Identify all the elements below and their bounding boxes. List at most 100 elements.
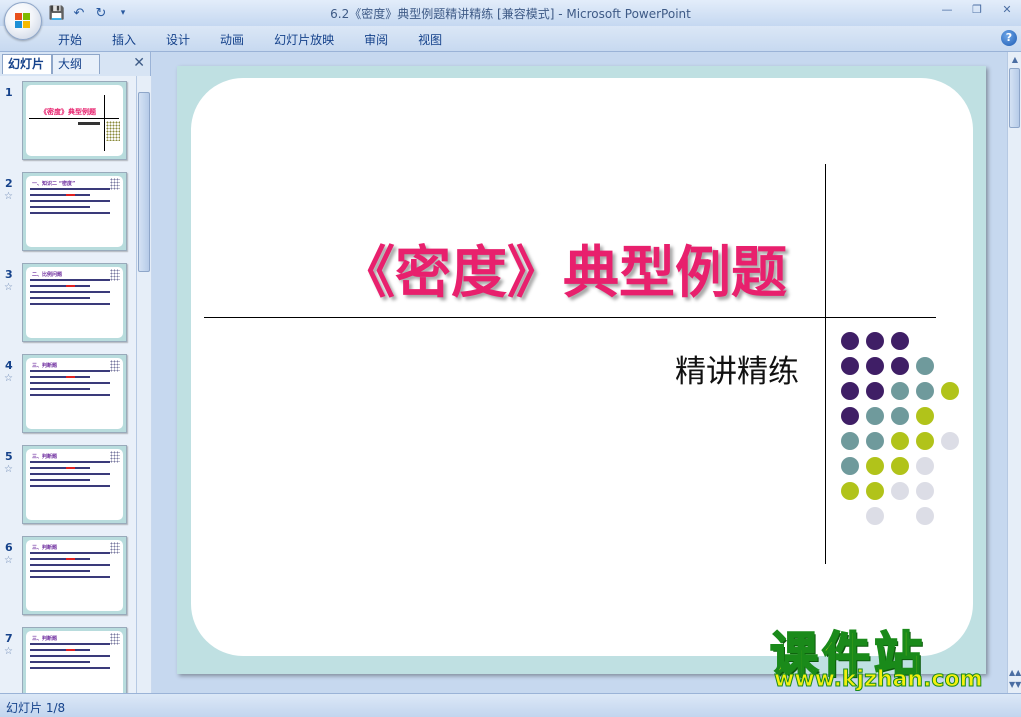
- slide-canvas[interactable]: 《密度》典型例题 精讲精练: [177, 66, 986, 674]
- slide-thumbnail-row[interactable]: 5 ☆ 三、判断题: [0, 444, 136, 530]
- tab-view[interactable]: 视图: [406, 30, 454, 50]
- slide-thumbnail[interactable]: 一、知识二 “密度”: [22, 172, 127, 251]
- thumbnail-text-line: [30, 285, 90, 287]
- thumbnail-title: 二、比例问题: [32, 272, 63, 278]
- slide-thumbnail-row[interactable]: 3 ☆ 二、比例问题: [0, 262, 136, 348]
- close-pane-icon[interactable]: ✕: [133, 55, 145, 71]
- thumbnail-text-line: [30, 394, 110, 396]
- thumbnail-body-text: [30, 188, 113, 218]
- decorative-dot: [891, 357, 909, 375]
- pane-tabs: 幻灯片 大纲 ✕: [2, 54, 149, 74]
- decorative-dot: [916, 357, 934, 375]
- next-slide-icon[interactable]: ▼▼: [1009, 680, 1021, 690]
- decorative-dot: [841, 332, 859, 350]
- decorative-dot: [891, 432, 909, 450]
- decorative-dot: [891, 482, 909, 500]
- tab-review[interactable]: 审阅: [352, 30, 400, 50]
- thumbnail-body-text: [30, 279, 113, 309]
- ribbon: 开始 插入 设计 动画 幻灯片放映 审阅 视图 ?: [0, 26, 1021, 52]
- slide-thumbnail-row[interactable]: 4 ☆ 三、判断题: [0, 353, 136, 439]
- thumbnail-text-line: [30, 297, 90, 299]
- previous-slide-icon[interactable]: ▲▲: [1009, 668, 1021, 678]
- thumbnail-scrollbar[interactable]: [136, 76, 151, 693]
- decorative-dot: [916, 507, 934, 525]
- thumbnail-text-line: [30, 655, 110, 657]
- decorative-dot: [891, 457, 909, 475]
- thumbnail-content: 《密度》典型例题: [26, 85, 123, 156]
- slide-thumbnail[interactable]: 三、判断题: [22, 627, 127, 693]
- thumbnail-dots: [110, 633, 120, 645]
- thumbnail-title: 三、判断题: [32, 636, 58, 642]
- decorative-dot: [866, 457, 884, 475]
- thumbnail-rule: [104, 95, 105, 151]
- window-controls: — ❐ ✕: [939, 2, 1015, 18]
- slide-thumbnail[interactable]: 三、判断题: [22, 354, 127, 433]
- decorative-dot: [916, 432, 934, 450]
- tab-outline[interactable]: 大纲: [52, 54, 100, 74]
- slide-subtitle[interactable]: 精讲精练: [191, 346, 799, 391]
- close-icon[interactable]: ✕: [999, 2, 1015, 18]
- thumbnail-text-line: [30, 188, 110, 190]
- slide-thumbnail-row[interactable]: 6 ☆ 三、判断题: [0, 535, 136, 621]
- slide-number: 7: [5, 632, 13, 645]
- scroll-up-icon[interactable]: ▲: [1009, 54, 1021, 66]
- office-button[interactable]: [4, 2, 42, 40]
- slide-thumbnail-row[interactable]: 2 ☆ 一、知识二 “密度”: [0, 171, 136, 257]
- thumbnail-body-text: [30, 461, 113, 491]
- slide-thumbnail[interactable]: 二、比例问题: [22, 263, 127, 342]
- thumbnail-list: 1 《密度》典型例题 2 ☆ 一、知识二 “密度” 3 ☆ 二、比例问题 4 ☆ 三、判断题 5 ☆ 三、…: [0, 76, 136, 693]
- thumbnail-title: 三、判断题: [32, 545, 58, 551]
- thumbnail-content: 三、判断题: [26, 631, 123, 693]
- ribbon-tabs: 开始 插入 设计 动画 幻灯片放映 审阅 视图: [46, 30, 460, 50]
- decorative-dot: [916, 407, 934, 425]
- slide-thumbnail[interactable]: 三、判断题: [22, 536, 127, 615]
- slide-thumbnail[interactable]: 《密度》典型例题: [22, 81, 127, 160]
- tab-slideshow[interactable]: 幻灯片放映: [262, 30, 346, 50]
- decorative-dot: [866, 482, 884, 500]
- thumbnail-text-line: [30, 661, 90, 663]
- tab-slides[interactable]: 幻灯片: [2, 54, 52, 74]
- tab-animation[interactable]: 动画: [208, 30, 256, 50]
- thumbnail-dots: [110, 451, 120, 463]
- help-icon[interactable]: ?: [1001, 30, 1017, 46]
- thumbnail-text-line: [30, 206, 90, 208]
- minimize-icon[interactable]: —: [939, 2, 955, 18]
- thumbnail-rule: [29, 118, 119, 119]
- tab-home[interactable]: 开始: [46, 30, 94, 50]
- tab-design[interactable]: 设计: [154, 30, 202, 50]
- slide-title[interactable]: 《密度》典型例题: [191, 228, 787, 309]
- thumbnail-dots: [110, 360, 120, 372]
- decorative-dot: [866, 432, 884, 450]
- transition-star-icon: ☆: [4, 555, 13, 566]
- slide-thumbnail-row[interactable]: 1 《密度》典型例题: [0, 80, 136, 166]
- thumbnail-scroll-thumb[interactable]: [138, 92, 150, 272]
- decorative-dot: [841, 382, 859, 400]
- thumbnail-content: 三、判断题: [26, 358, 123, 429]
- vertical-scrollbar[interactable]: ▲ ▲▲ ▼▼: [1007, 52, 1021, 693]
- slide-edit-area: 《密度》典型例题 精讲精练: [152, 52, 1007, 693]
- thumbnail-content: 三、判断题: [26, 449, 123, 520]
- watermark-url: www.kjzhan.com: [774, 667, 984, 693]
- thumbnail-text-line: [30, 558, 90, 560]
- tab-insert[interactable]: 插入: [100, 30, 148, 50]
- decorative-dot: [841, 457, 859, 475]
- thumbnail-text-line: [30, 291, 110, 293]
- thumbnail-title: 三、判断题: [32, 363, 58, 369]
- slide-horizontal-line: [204, 317, 936, 318]
- slide-content: 《密度》典型例题 精讲精练: [191, 78, 973, 656]
- decorative-dot: [841, 432, 859, 450]
- vertical-scroll-thumb[interactable]: [1009, 68, 1020, 128]
- transition-star-icon: ☆: [4, 464, 13, 475]
- slides-pane: 幻灯片 大纲 ✕ 1 《密度》典型例题 2 ☆ 一、知识二 “密度” 3 ☆ 二、比例问题 4 ☆…: [0, 52, 151, 693]
- decorative-dot: [916, 382, 934, 400]
- thumbnail-text-line: [30, 212, 110, 214]
- thumbnail-content: 一、知识二 “密度”: [26, 176, 123, 247]
- restore-icon[interactable]: ❐: [969, 2, 985, 18]
- slide-vertical-line: [825, 164, 826, 564]
- thumbnail-dots: [106, 121, 120, 141]
- thumbnail-text-line: [30, 376, 90, 378]
- slide-thumbnail[interactable]: 三、判断题: [22, 445, 127, 524]
- slide-number: 6: [5, 541, 13, 554]
- slide-thumbnail-row[interactable]: 7 ☆ 三、判断题: [0, 626, 136, 693]
- decorative-dot: [841, 407, 859, 425]
